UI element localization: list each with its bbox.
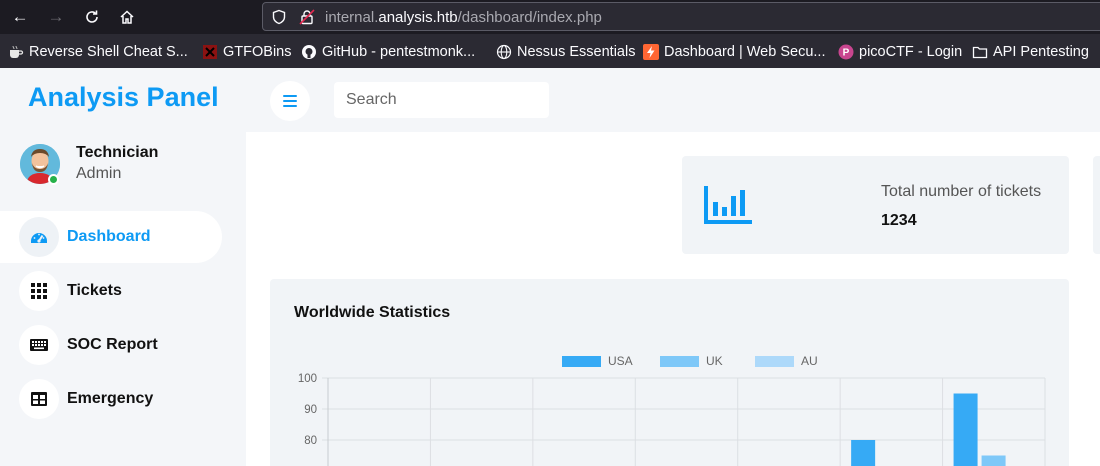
forward-icon[interactable]: → [44, 5, 68, 29]
bookmark-picoctf[interactable]: P picoCTF - Login [838, 43, 962, 61]
bar-usa [851, 440, 876, 466]
sidebar-item-emergency[interactable]: Emergency [0, 373, 222, 425]
search-input[interactable] [334, 82, 549, 118]
legend-swatch [660, 356, 699, 367]
coffee-cup-icon [8, 44, 24, 60]
legend-swatch [755, 356, 794, 367]
y-tick-label: 80 [304, 435, 317, 447]
bar-chart: USA UK AU 80 90 100 [298, 354, 1046, 466]
bookmark-label: Nessus Essentials [517, 44, 636, 60]
browser-toolbar: ← → internal.analysis.htb/dashboard/inde… [0, 0, 1100, 34]
online-status-indicator [48, 174, 59, 185]
github-icon [301, 44, 317, 60]
legend-label: USA [608, 354, 633, 368]
grid-icon [19, 271, 59, 311]
bookmark-reverse-shell[interactable]: Reverse Shell Cheat S... [8, 43, 188, 61]
main-content: Total number of tickets 1234 Worldwide S… [246, 132, 1100, 466]
bookmark-web-security[interactable]: Dashboard | Web Secu... [643, 43, 825, 61]
sidebar-item-label: SOC Report [67, 336, 158, 353]
card-value: 1234 [881, 212, 917, 229]
tickets-stat-card: Total number of tickets 1234 [682, 156, 1069, 254]
bookmark-label: GitHub - pentestmonk... [322, 44, 476, 60]
speedometer-icon [19, 217, 59, 257]
bookmark-label: GTFOBins [223, 44, 292, 60]
reload-icon[interactable] [80, 5, 104, 29]
bookmark-label: picoCTF - Login [859, 44, 963, 60]
picoctf-icon: P [838, 44, 854, 60]
hamburger-menu-button[interactable] [270, 81, 310, 121]
bar-chart-icon [704, 186, 752, 224]
topbar [246, 68, 1100, 132]
lightning-icon [643, 44, 659, 60]
sidebar-item-label: Dashboard [67, 228, 151, 245]
sidebar-item-label: Emergency [67, 390, 154, 407]
app: Analysis Panel Technician Admin Dashboar… [0, 68, 1100, 466]
folder-icon [972, 44, 988, 60]
legend-label: UK [706, 354, 723, 368]
sidebar-item-tickets[interactable]: Tickets [0, 265, 222, 317]
url-text: internal.analysis.htb/dashboard/index.ph… [325, 9, 602, 26]
bookmark-github[interactable]: GitHub - pentestmonk... [301, 43, 475, 61]
legend-swatch [562, 356, 601, 367]
user-name: Technician [76, 144, 159, 161]
gtfobins-icon [202, 44, 218, 60]
y-tick-label: 100 [298, 373, 317, 385]
legend-label: AU [801, 354, 818, 368]
table-icon [19, 379, 59, 419]
bookmark-gtfobins[interactable]: GTFOBins [202, 43, 291, 61]
stat-card-partial [1093, 156, 1100, 254]
svg-text:P: P [843, 48, 850, 59]
sidebar-item-dashboard[interactable]: Dashboard [0, 211, 222, 263]
card-title: Total number of tickets [881, 183, 1042, 200]
bookmark-nessus[interactable]: Nessus Essentials [496, 43, 635, 61]
bookmark-api-pentesting[interactable]: API Pentesting [972, 43, 1089, 61]
shield-icon[interactable] [271, 9, 287, 25]
insecure-lock-icon[interactable] [299, 9, 315, 25]
home-icon[interactable] [115, 5, 139, 29]
worldwide-statistics-card: Worldwide Statistics USA UK AU 80 90 100 [270, 279, 1069, 466]
bookmark-label: API Pentesting [993, 44, 1089, 60]
sidebar-item-soc-report[interactable]: SOC Report [0, 319, 222, 371]
bar-usa [953, 393, 978, 466]
back-icon[interactable]: ← [8, 5, 32, 29]
bar-uk [981, 455, 1006, 466]
keyboard-icon [19, 325, 59, 365]
bookmark-label: Reverse Shell Cheat S... [29, 44, 188, 60]
url-bar[interactable]: internal.analysis.htb/dashboard/index.ph… [262, 2, 1100, 31]
sidebar-item-label: Tickets [67, 282, 122, 299]
bookmarks-bar: Reverse Shell Cheat S... GTFOBins GitHub… [0, 34, 1100, 68]
globe-icon [496, 44, 512, 60]
sidebar: Analysis Panel Technician Admin Dashboar… [0, 68, 246, 466]
user-role: Admin [76, 165, 122, 182]
brand-title: Analysis Panel [28, 82, 219, 112]
hamburger-icon [283, 95, 297, 107]
bookmark-label: Dashboard | Web Secu... [664, 44, 826, 60]
y-tick-label: 90 [304, 404, 317, 416]
